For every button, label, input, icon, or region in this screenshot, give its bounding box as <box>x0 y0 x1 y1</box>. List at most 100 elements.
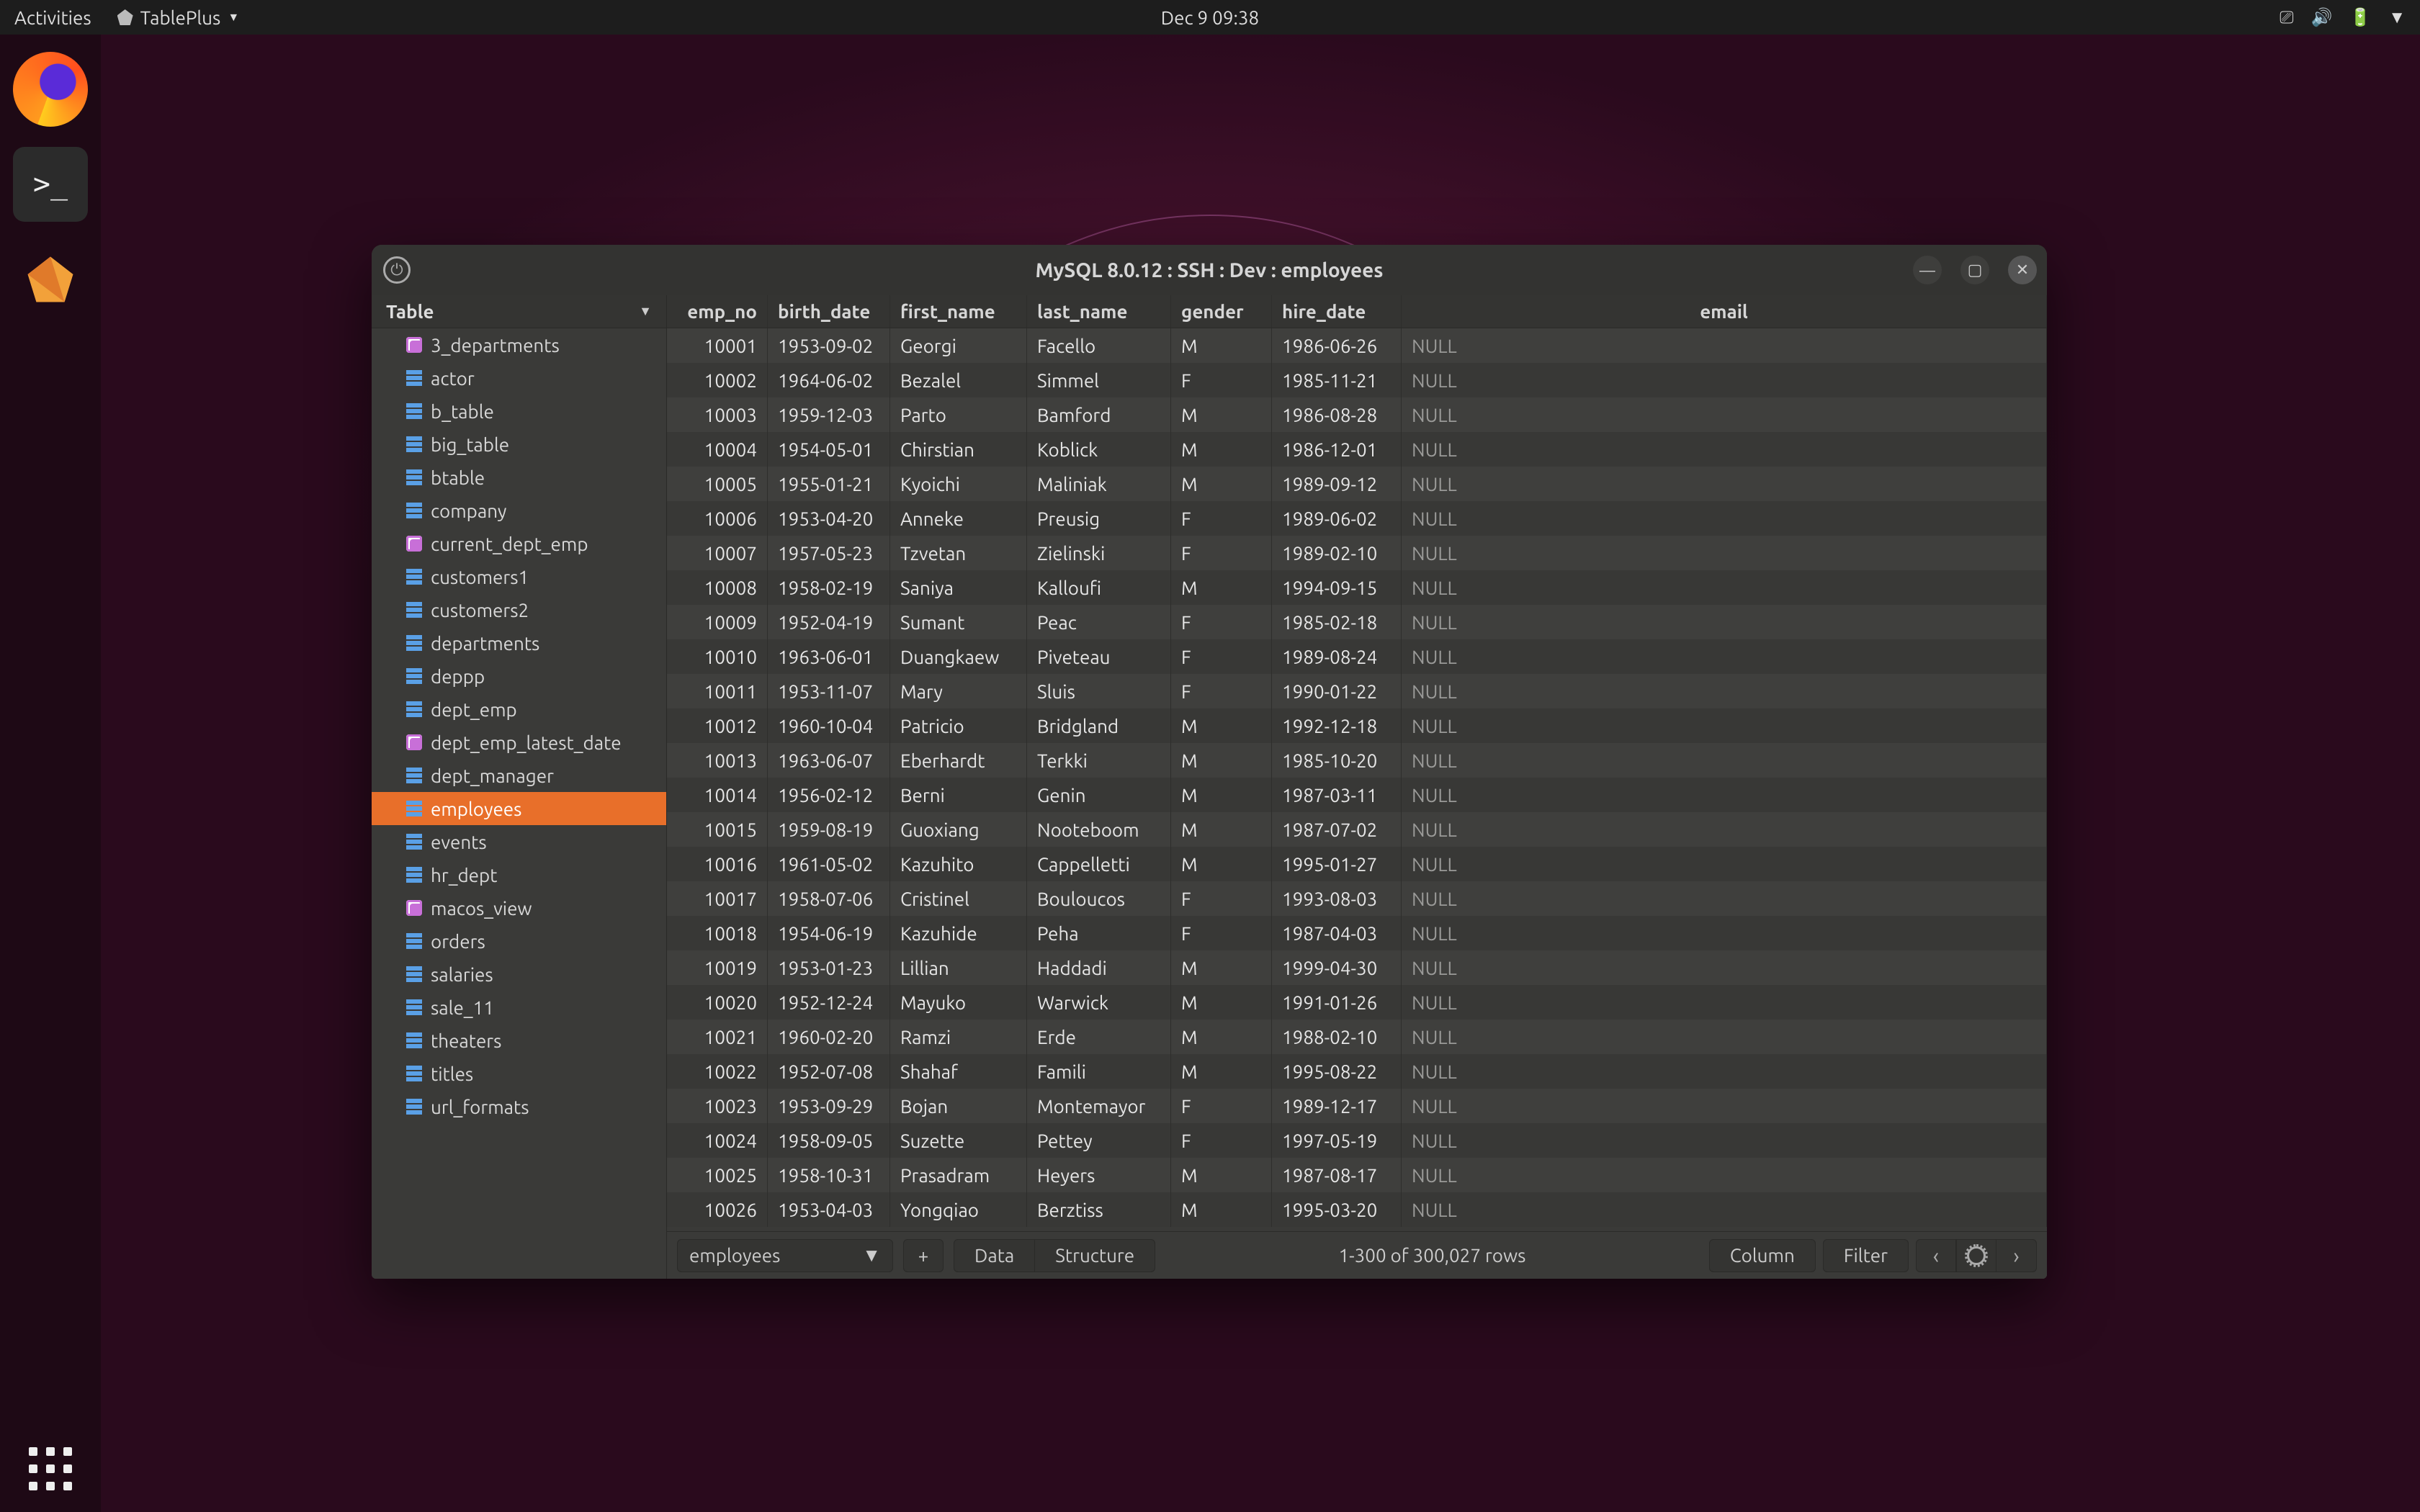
column-header-emp_no[interactable]: emp_no <box>667 295 768 328</box>
cell[interactable]: NULL <box>1402 881 2047 916</box>
cell[interactable]: 10015 <box>667 812 768 847</box>
cell[interactable]: Sluis <box>1027 674 1171 708</box>
cell[interactable]: Piveteau <box>1027 639 1171 674</box>
sidebar-item-customers1[interactable]: customers1 <box>372 560 666 593</box>
close-button[interactable]: ✕ <box>2008 256 2037 284</box>
cell[interactable]: 1958-07-06 <box>768 881 890 916</box>
cell[interactable]: 1957-05-23 <box>768 536 890 570</box>
dock-tableplus[interactable] <box>13 242 88 317</box>
cell[interactable]: Peac <box>1027 605 1171 639</box>
cell[interactable]: Georgi <box>890 328 1027 363</box>
table-row[interactable]: 100201952-12-24MayukoWarwickM1991-01-26N… <box>667 985 2047 1020</box>
sidebar-item-theaters[interactable]: theaters <box>372 1024 666 1057</box>
cell[interactable]: Haddadi <box>1027 950 1171 985</box>
cell[interactable]: NULL <box>1402 743 2047 778</box>
cell[interactable]: 10012 <box>667 708 768 743</box>
cell[interactable]: 1997-05-19 <box>1272 1123 1402 1158</box>
cell[interactable]: Anneke <box>890 501 1027 536</box>
column-header-gender[interactable]: gender <box>1171 295 1272 328</box>
sidebar-item-macos_view[interactable]: macos_view <box>372 891 666 924</box>
cell[interactable]: 1953-09-02 <box>768 328 890 363</box>
sidebar-item-big_table[interactable]: big_table <box>372 428 666 461</box>
cell[interactable]: 10020 <box>667 985 768 1020</box>
cell[interactable]: 1985-10-20 <box>1272 743 1402 778</box>
cell[interactable]: 1987-08-17 <box>1272 1158 1402 1192</box>
cell[interactable]: 1955-01-21 <box>768 467 890 501</box>
cell[interactable]: 1986-06-26 <box>1272 328 1402 363</box>
table-row[interactable]: 100231953-09-29BojanMontemayorF1989-12-1… <box>667 1089 2047 1123</box>
clock[interactable]: Dec 9 09:38 <box>1161 7 1259 28</box>
cell[interactable]: M <box>1171 328 1272 363</box>
cell[interactable]: NULL <box>1402 674 2047 708</box>
next-page-button[interactable]: › <box>1996 1239 2037 1272</box>
cell[interactable]: 1953-11-07 <box>768 674 890 708</box>
cell[interactable]: F <box>1171 536 1272 570</box>
cell[interactable]: M <box>1171 397 1272 432</box>
table-row[interactable]: 100141956-02-12BerniGeninM1987-03-11NULL <box>667 778 2047 812</box>
cell[interactable]: 10008 <box>667 570 768 605</box>
cell[interactable]: Heyers <box>1027 1158 1171 1192</box>
sidebar-item-actor[interactable]: actor <box>372 361 666 395</box>
cell[interactable]: 1958-09-05 <box>768 1123 890 1158</box>
cell[interactable]: Bamford <box>1027 397 1171 432</box>
activities-button[interactable]: Activities <box>14 7 91 28</box>
volume-icon[interactable]: 🔊 <box>2311 7 2332 27</box>
cell[interactable]: NULL <box>1402 605 2047 639</box>
cell[interactable]: 1961-05-02 <box>768 847 890 881</box>
cell[interactable]: Tzvetan <box>890 536 1027 570</box>
cell[interactable]: NULL <box>1402 778 2047 812</box>
cell[interactable]: NULL <box>1402 1123 2047 1158</box>
cell[interactable]: Chirstian <box>890 432 1027 467</box>
cell[interactable]: F <box>1171 1089 1272 1123</box>
cell[interactable]: Famili <box>1027 1054 1171 1089</box>
cell[interactable]: M <box>1171 1054 1272 1089</box>
cell[interactable]: 1954-06-19 <box>768 916 890 950</box>
cell[interactable]: 1987-07-02 <box>1272 812 1402 847</box>
table-row[interactable]: 100211960-02-20RamziErdeM1988-02-10NULL <box>667 1020 2047 1054</box>
cell[interactable]: 1995-01-27 <box>1272 847 1402 881</box>
cell[interactable]: Berztiss <box>1027 1192 1171 1227</box>
cell[interactable]: 1952-07-08 <box>768 1054 890 1089</box>
cell[interactable]: Saniya <box>890 570 1027 605</box>
cell[interactable]: 1964-06-02 <box>768 363 890 397</box>
cell[interactable]: 1963-06-07 <box>768 743 890 778</box>
cell[interactable]: 10019 <box>667 950 768 985</box>
table-row[interactable]: 100061953-04-20AnnekePreusigF1989-06-02N… <box>667 501 2047 536</box>
cell[interactable]: 1960-02-20 <box>768 1020 890 1054</box>
cell[interactable]: Kalloufi <box>1027 570 1171 605</box>
table-row[interactable]: 100081958-02-19SaniyaKalloufiM1994-09-15… <box>667 570 2047 605</box>
cell[interactable]: 1953-01-23 <box>768 950 890 985</box>
cell[interactable]: 1985-02-18 <box>1272 605 1402 639</box>
cell[interactable]: 1958-10-31 <box>768 1158 890 1192</box>
cell[interactable]: Bezalel <box>890 363 1027 397</box>
table-row[interactable]: 100041954-05-01ChirstianKoblickM1986-12-… <box>667 432 2047 467</box>
cell[interactable]: F <box>1171 605 1272 639</box>
filter-button[interactable]: Filter <box>1823 1239 1909 1272</box>
chevron-down-icon[interactable]: ▼ <box>2388 7 2406 28</box>
sidebar-item-customers2[interactable]: customers2 <box>372 593 666 626</box>
cell[interactable]: Patricio <box>890 708 1027 743</box>
cell[interactable]: 10023 <box>667 1089 768 1123</box>
cell[interactable]: Lillian <box>890 950 1027 985</box>
cell[interactable]: Bojan <box>890 1089 1027 1123</box>
table-row[interactable]: 100131963-06-07EberhardtTerkkiM1985-10-2… <box>667 743 2047 778</box>
cell[interactable]: NULL <box>1402 812 2047 847</box>
cell[interactable]: F <box>1171 674 1272 708</box>
sidebar-item-sale_11[interactable]: sale_11 <box>372 991 666 1024</box>
cell[interactable]: 1986-12-01 <box>1272 432 1402 467</box>
cell[interactable]: Guoxiang <box>890 812 1027 847</box>
column-header-last_name[interactable]: last_name <box>1027 295 1171 328</box>
cell[interactable]: M <box>1171 708 1272 743</box>
cell[interactable]: Cappelletti <box>1027 847 1171 881</box>
minimize-button[interactable]: — <box>1913 256 1942 284</box>
sidebar-item-deppp[interactable]: deppp <box>372 660 666 693</box>
cell[interactable]: M <box>1171 743 1272 778</box>
cell[interactable]: Peha <box>1027 916 1171 950</box>
cell[interactable]: NULL <box>1402 363 2047 397</box>
cell[interactable]: Kazuhide <box>890 916 1027 950</box>
table-row[interactable]: 100031959-12-03PartoBamfordM1986-08-28NU… <box>667 397 2047 432</box>
cell[interactable]: Warwick <box>1027 985 1171 1020</box>
cell[interactable]: Berni <box>890 778 1027 812</box>
maximize-button[interactable]: ▢ <box>1960 256 1989 284</box>
table-row[interactable]: 100261953-04-03YongqiaoBerztissM1995-03-… <box>667 1192 2047 1227</box>
